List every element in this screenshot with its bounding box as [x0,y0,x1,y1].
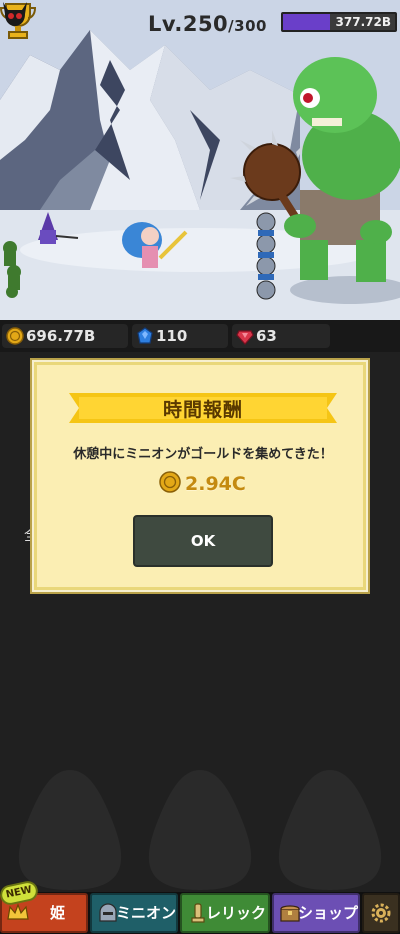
boss-hp-bar: 377.72B [281,12,397,32]
nav-label-princess: 姫 [50,904,66,922]
nav-label-relic: レリック [206,904,267,922]
ruby-value: 63 [256,327,277,345]
empty-slot[interactable] [268,770,392,890]
gold-value: 696.77B [26,327,96,345]
dialog-message: 休憩中にミニオンがゴールドを集めてきた！ [73,447,333,462]
settings-gear-icon [371,903,391,923]
currency-bar: 696.77B 110 63 [0,320,400,352]
gem-counter: 110 [132,324,228,348]
gold-coin-icon [6,327,24,345]
boss-hp-fill [283,14,331,30]
battle-scene-art [0,0,400,320]
nav-tab-relic[interactable]: レリック [180,893,270,933]
level-text: Lv.250 [148,12,229,36]
time-reward-dialog: 時間報酬 休憩中にミニオンがゴールドを集めてきた！ 2.94C OK [34,362,366,590]
nav-label-minion: ミニオン [116,904,177,922]
gold-coin-icon [159,471,181,493]
ruby-counter: 63 [232,324,330,348]
gem-value: 110 [156,327,188,345]
game-screen: Lv.250/300 377.72B 696.77B 110 63 全 時間報酬… [0,0,400,934]
nav-tab-minion[interactable]: ミニオン [90,893,178,933]
boss-skull-icon [3,2,27,26]
ok-button[interactable]: OK [133,515,273,567]
level-display: Lv.250/300 [148,12,267,36]
reward-amount: 2.94C [185,473,246,495]
nav-label-shop: ショップ [298,904,359,922]
battle-scene[interactable]: Lv.250/300 377.72B [0,0,400,320]
settings-button[interactable] [362,893,400,933]
ruby-icon [236,330,254,345]
nav-tab-shop[interactable]: ショップ [272,893,360,933]
level-max: /300 [228,17,267,35]
empty-slot[interactable] [138,770,262,890]
empty-slot[interactable] [8,770,132,890]
gold-counter: 696.77B [2,324,128,348]
boss-hp-text: 377.72B [335,15,391,29]
dialog-title: 時間報酬 [162,399,243,421]
bottom-nav: 姫 ミニオン レリック ショップ [0,892,400,934]
gem-icon [137,327,153,344]
